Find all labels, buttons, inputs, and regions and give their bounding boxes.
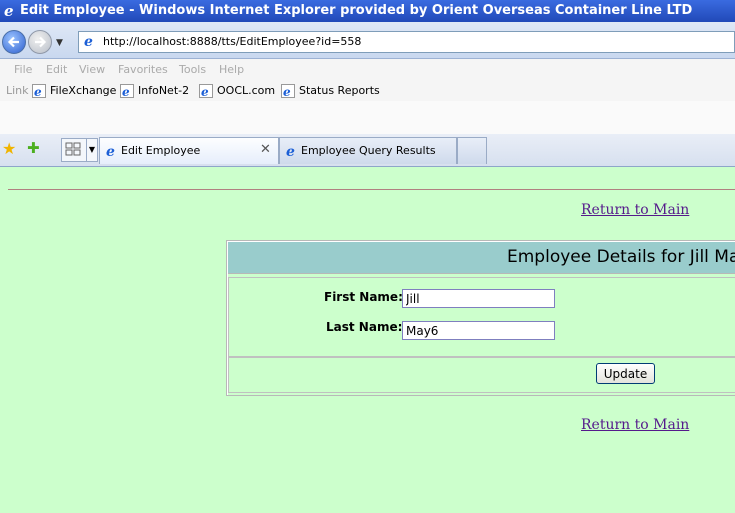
address-url[interactable]: http://localhost:8888/tts/EditEmployee?i… <box>103 32 361 52</box>
menu-favorites[interactable]: Favorites <box>118 63 168 76</box>
first-name-field[interactable] <box>402 289 555 308</box>
link-ie-icon: e <box>32 84 46 98</box>
svg-text:e: e <box>122 85 130 98</box>
links-bar: Link e FileXchange e InfoNet-2 e OOCL.co… <box>0 81 735 101</box>
window-title-bar: e Edit Employee - Windows Internet Explo… <box>0 0 735 22</box>
favorites-star-icon[interactable]: ★ <box>2 139 16 158</box>
svg-text:e: e <box>106 144 115 158</box>
panel-title: Employee Details for Jill May <box>507 247 735 267</box>
svg-text:e: e <box>201 85 209 98</box>
forward-arrow-icon <box>35 36 47 48</box>
add-favorite-icon[interactable]: ✚ <box>27 139 40 157</box>
history-dropdown-icon[interactable]: ▼ <box>56 38 63 48</box>
return-to-main-link-top[interactable]: Return to Main <box>581 202 689 218</box>
panel-header: Employee Details for Jill May <box>228 242 735 274</box>
link-label: Status Reports <box>299 84 380 97</box>
window-title: Edit Employee - Windows Internet Explore… <box>20 3 693 18</box>
menu-file[interactable]: File <box>14 63 32 76</box>
first-name-label: First Name: <box>324 290 403 304</box>
menu-bar: File Edit View Favorites Tools Help <box>0 59 735 81</box>
link-ie-icon: e <box>199 84 213 98</box>
tab-strip: ★ ✚ ▼ e Edit Employee ✕ e Employee Query… <box>0 134 735 167</box>
close-tab-icon[interactable]: ✕ <box>260 142 271 157</box>
quick-tabs-grid-icon <box>65 142 81 156</box>
update-button[interactable]: Update <box>596 363 655 384</box>
toolbar-area <box>0 101 735 134</box>
tab-employee-query-results[interactable]: e Employee Query Results <box>279 137 457 164</box>
menu-tools[interactable]: Tools <box>179 63 206 76</box>
return-to-main-link-bottom[interactable]: Return to Main <box>581 417 689 433</box>
menu-view[interactable]: View <box>79 63 105 76</box>
link-label: InfoNet-2 <box>138 84 190 97</box>
tab-ie-icon: e <box>286 144 295 158</box>
svg-text:e: e <box>84 34 93 48</box>
page-ie-icon: e <box>84 34 93 48</box>
new-tab-button[interactable] <box>457 137 487 164</box>
svg-text:e: e <box>283 85 291 98</box>
back-arrow-icon <box>7 36 19 48</box>
tab-label: Edit Employee <box>121 144 201 157</box>
back-button[interactable] <box>2 30 26 54</box>
link-label: FileXchange <box>50 84 117 97</box>
svg-text:e: e <box>4 3 14 18</box>
link-ie-icon: e <box>281 84 295 98</box>
navigation-bar: ▼ e http://localhost:8888/tts/EditEmploy… <box>0 22 735 59</box>
tab-edit-employee[interactable]: e Edit Employee ✕ <box>99 137 279 164</box>
link-label: OOCL.com <box>217 84 276 97</box>
employee-details-panel: Employee Details for Jill May <box>226 240 735 396</box>
last-name-label: Last Name: <box>326 320 403 334</box>
tab-list-dropdown-icon[interactable]: ▼ <box>86 138 98 162</box>
address-bar[interactable]: e http://localhost:8888/tts/EditEmployee… <box>78 31 735 53</box>
last-name-field[interactable] <box>402 321 555 340</box>
tab-label: Employee Query Results <box>301 144 436 157</box>
svg-text:e: e <box>286 144 295 158</box>
tab-ie-icon: e <box>106 144 115 158</box>
svg-text:e: e <box>34 85 42 98</box>
menu-help[interactable]: Help <box>219 63 244 76</box>
link-ie-icon: e <box>120 84 134 98</box>
forward-button[interactable] <box>28 30 52 54</box>
links-label: Link <box>6 84 29 97</box>
quick-tabs-button[interactable] <box>61 138 87 162</box>
menu-edit[interactable]: Edit <box>46 63 67 76</box>
ie-logo-icon: e <box>4 3 14 18</box>
panel-button-area <box>228 357 735 393</box>
horizontal-rule <box>8 189 735 190</box>
